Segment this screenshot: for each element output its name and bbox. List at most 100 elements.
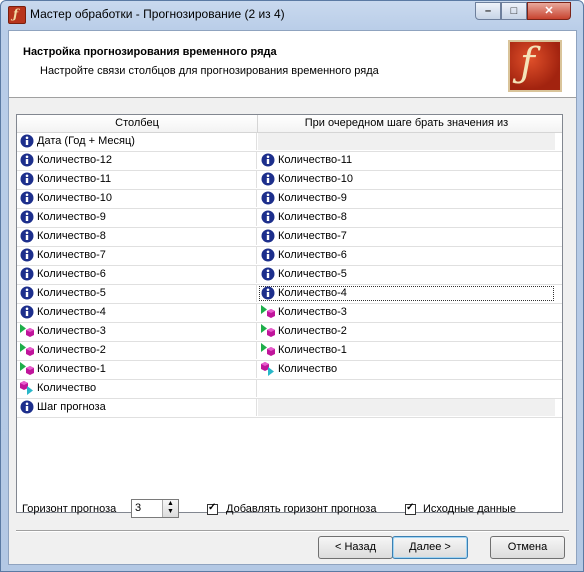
- cell-column[interactable]: Количество-12: [17, 152, 257, 169]
- title-bar[interactable]: ƒ Мастер обработки - Прогнозирование (2 …: [1, 1, 583, 29]
- table-row[interactable]: Количество-9 Количество-8: [17, 209, 562, 228]
- cell-column[interactable]: Количество-6: [17, 266, 257, 283]
- info-icon: [20, 153, 37, 166]
- table-row[interactable]: Количество: [17, 380, 562, 399]
- input-icon: [20, 342, 37, 356]
- cell-column[interactable]: Количество-8: [17, 228, 257, 245]
- info-icon: [20, 400, 37, 413]
- cell-column[interactable]: Количество-7: [17, 247, 257, 264]
- column-mapping-grid[interactable]: Столбец При очередном шаге брать значени…: [16, 114, 563, 513]
- table-row[interactable]: Количество-2 Количество-1: [17, 342, 562, 361]
- table-row[interactable]: Дата (Год + Месяц): [17, 133, 562, 152]
- cell-column[interactable]: Количество-11: [17, 171, 257, 188]
- input-icon: [261, 323, 278, 337]
- cell-column[interactable]: Количество: [17, 380, 257, 397]
- cell-source[interactable]: Количество-4: [258, 285, 555, 302]
- cell-source-label: Количество-6: [278, 249, 347, 261]
- table-row[interactable]: Количество-12 Количество-11: [17, 152, 562, 171]
- cell-source-label: Количество-4: [278, 287, 347, 299]
- cancel-button[interactable]: Отмена: [490, 536, 565, 559]
- stepper-down-icon[interactable]: ▼: [163, 508, 178, 516]
- cell-column[interactable]: Количество-4: [17, 304, 257, 321]
- input-icon: [261, 342, 278, 356]
- cell-source[interactable]: Количество-10: [258, 171, 555, 188]
- cell-source[interactable]: Количество-7: [258, 228, 555, 245]
- cell-source[interactable]: [258, 133, 555, 150]
- input-icon: [20, 361, 37, 375]
- cell-column-label: Количество-1: [37, 363, 106, 375]
- cell-column[interactable]: Количество-10: [17, 190, 257, 207]
- column-header-source[interactable]: При очередном шаге брать значения из: [258, 115, 555, 132]
- info-icon: [20, 229, 37, 242]
- wizard-header: Настройка прогнозирования временного ряд…: [9, 31, 576, 98]
- info-icon: [20, 191, 37, 204]
- cell-source[interactable]: Количество-2: [258, 323, 555, 340]
- cell-column[interactable]: Количество-3: [17, 323, 257, 340]
- logo-icon: ƒ: [508, 40, 562, 92]
- cell-source[interactable]: [258, 380, 555, 397]
- back-button[interactable]: < Назад: [318, 536, 393, 559]
- table-row[interactable]: Количество-6 Количество-5: [17, 266, 562, 285]
- add-horizon-label: Добавлять горизонт прогноза: [226, 503, 377, 515]
- cell-column-label: Количество-9: [37, 211, 106, 223]
- close-button[interactable]: ✕: [527, 2, 571, 20]
- cell-source[interactable]: Количество-5: [258, 266, 555, 283]
- wizard-window: ƒ Мастер обработки - Прогнозирование (2 …: [0, 0, 584, 572]
- cell-column-label: Дата (Год + Месяц): [37, 135, 135, 147]
- minimize-button[interactable]: –: [475, 2, 501, 20]
- table-row[interactable]: Шаг прогноза: [17, 399, 562, 418]
- info-icon: [261, 153, 278, 166]
- cell-source-label: Количество-11: [278, 154, 353, 166]
- table-row[interactable]: Количество-4 Количество-3: [17, 304, 562, 323]
- output-icon: [261, 361, 278, 376]
- cell-column-label: Количество-11: [37, 173, 112, 185]
- cell-source-label: Количество-1: [278, 344, 347, 356]
- input-icon: [20, 323, 37, 337]
- maximize-icon: □: [510, 5, 518, 17]
- column-header-column[interactable]: Столбец: [17, 115, 258, 132]
- cell-source[interactable]: Количество-9: [258, 190, 555, 207]
- cell-source[interactable]: Количество-6: [258, 247, 555, 264]
- table-row[interactable]: Количество-10 Количество-9: [17, 190, 562, 209]
- cell-column[interactable]: Количество-9: [17, 209, 257, 226]
- cell-column[interactable]: Шаг прогноза: [17, 399, 257, 416]
- cell-column[interactable]: Количество-2: [17, 342, 257, 359]
- add-horizon-checkbox[interactable]: ✓: [207, 502, 218, 515]
- cell-column[interactable]: Дата (Год + Месяц): [17, 133, 257, 150]
- cell-source[interactable]: Количество-3: [258, 304, 555, 321]
- info-icon: [261, 172, 278, 185]
- table-row[interactable]: Количество-11 Количество-10: [17, 171, 562, 190]
- horizon-value[interactable]: 3: [135, 502, 141, 514]
- table-row[interactable]: Количество-8 Количество-7: [17, 228, 562, 247]
- cell-source[interactable]: Количество-8: [258, 209, 555, 226]
- cell-source-label: Количество: [278, 363, 338, 375]
- horizon-stepper[interactable]: 3 ▲ ▼: [131, 499, 179, 518]
- header-title: Настройка прогнозирования временного ряд…: [23, 46, 277, 58]
- source-data-checkbox[interactable]: ✓: [405, 502, 416, 515]
- table-row[interactable]: Количество-7 Количество-6: [17, 247, 562, 266]
- cell-column[interactable]: Количество-5: [17, 285, 257, 302]
- info-icon: [261, 191, 278, 204]
- info-icon: [261, 210, 278, 223]
- cell-source[interactable]: Количество: [258, 361, 555, 378]
- cell-column[interactable]: Количество-1: [17, 361, 257, 378]
- stepper-up-icon[interactable]: ▲: [163, 500, 178, 508]
- cell-column-label: Количество-4: [37, 306, 106, 318]
- cell-source[interactable]: Количество-1: [258, 342, 555, 359]
- cell-column-label: Количество-6: [37, 268, 106, 280]
- minimize-icon: –: [484, 5, 492, 17]
- cell-source[interactable]: Количество-11: [258, 152, 555, 169]
- table-row[interactable]: Количество-1 Количество: [17, 361, 562, 380]
- stepper-arrows[interactable]: ▲ ▼: [162, 500, 178, 517]
- app-icon: ƒ: [8, 6, 26, 24]
- info-icon: [20, 210, 37, 223]
- cell-source[interactable]: [258, 399, 555, 416]
- table-row[interactable]: Количество-5 Количество-4: [17, 285, 562, 304]
- cell-source-label: Количество-5: [278, 268, 347, 280]
- dialog-body: Настройка прогнозирования временного ряд…: [8, 30, 577, 565]
- window-title: Мастер обработки - Прогнозирование (2 из…: [30, 7, 285, 21]
- table-row[interactable]: Количество-3 Количество-2: [17, 323, 562, 342]
- grid-header: Столбец При очередном шаге брать значени…: [17, 115, 562, 133]
- maximize-button[interactable]: □: [501, 2, 527, 20]
- next-button[interactable]: Далее >: [392, 536, 468, 559]
